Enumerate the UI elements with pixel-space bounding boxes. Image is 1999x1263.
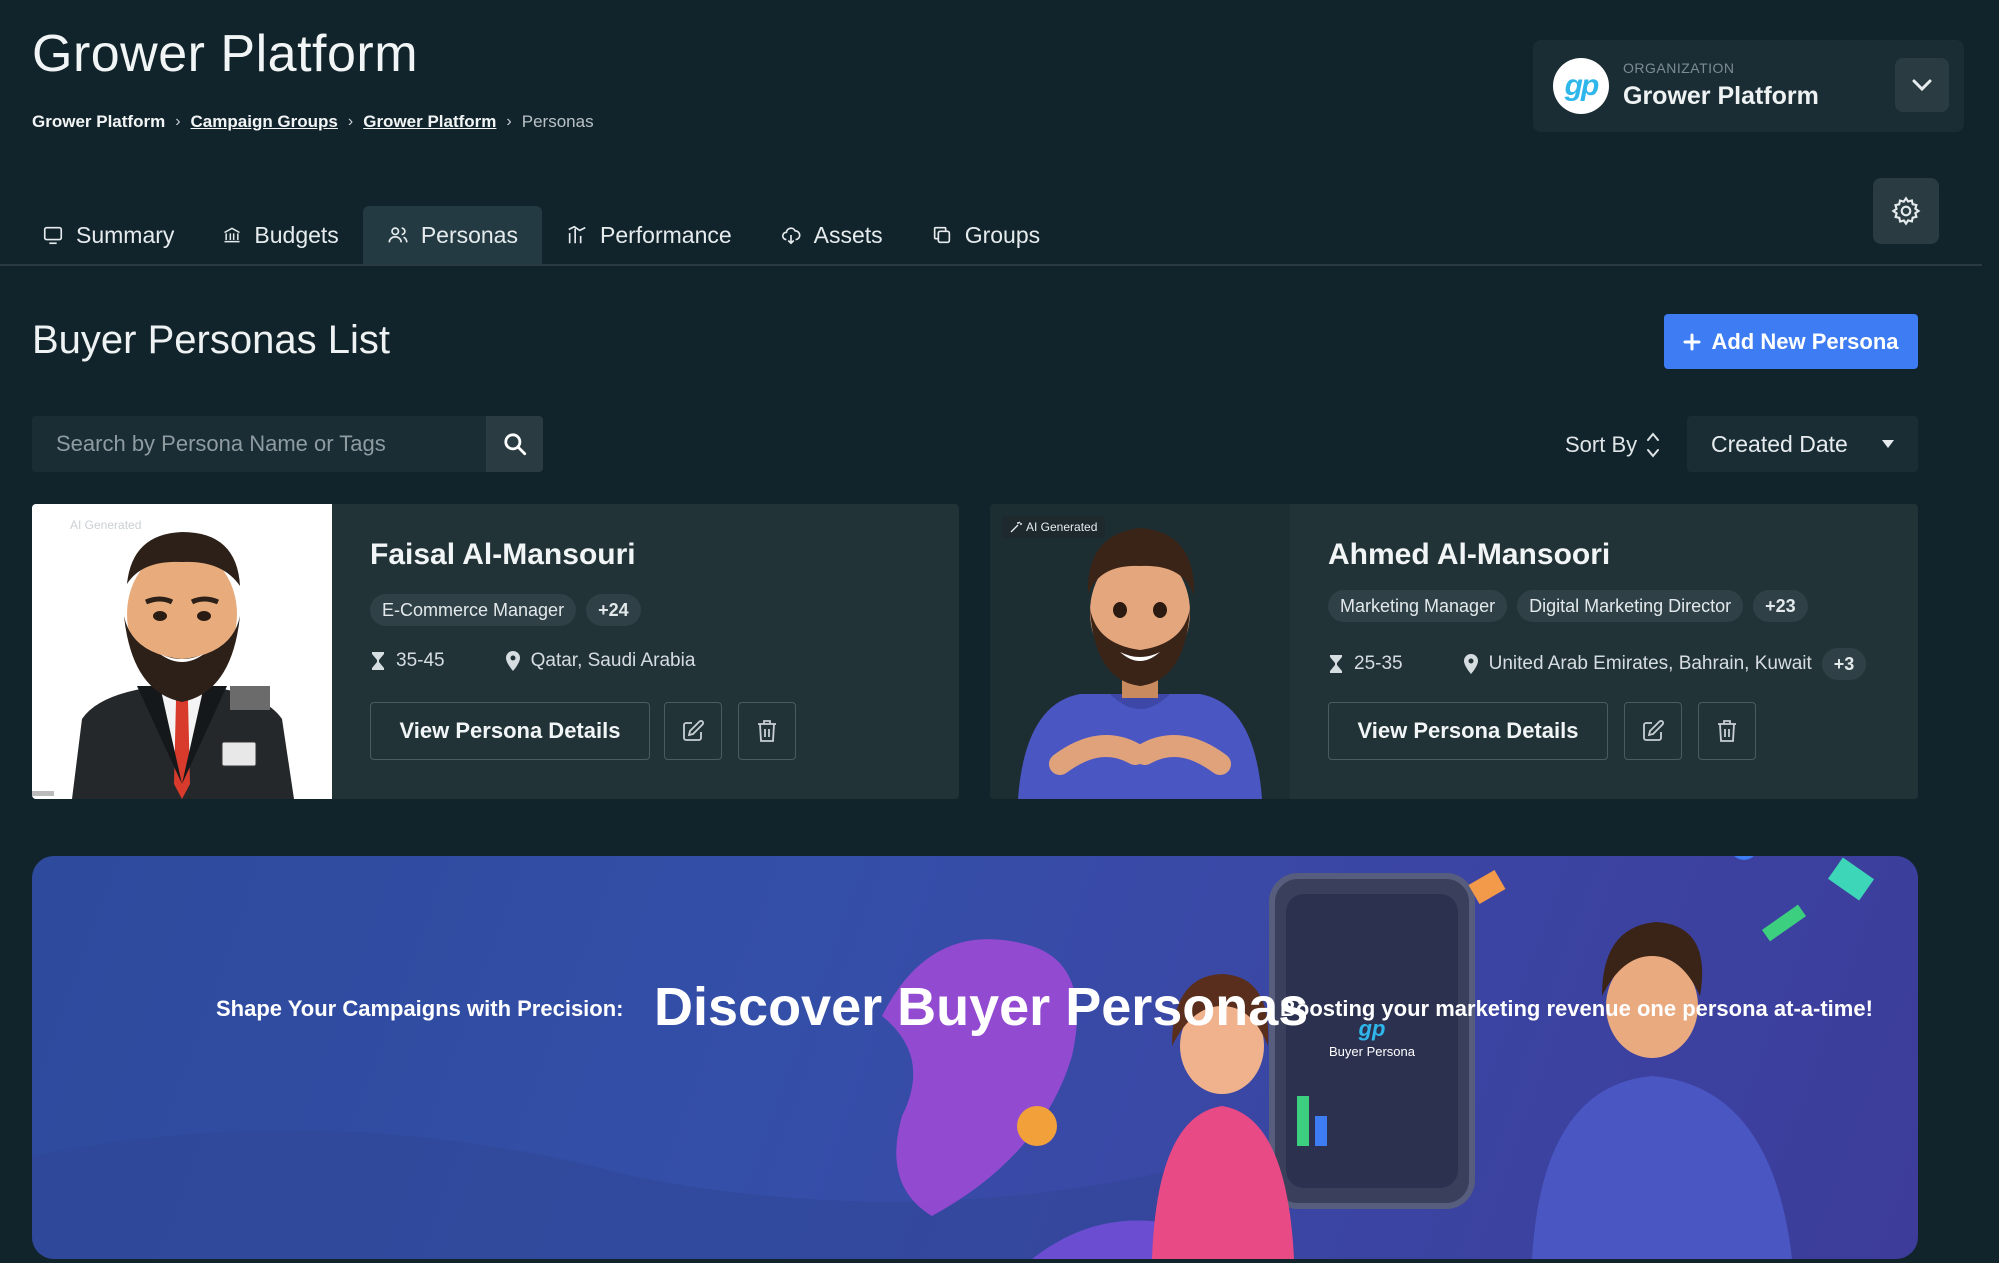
banner-tagline-right: Boosting your marketing revenue one pers… — [1280, 996, 1873, 1021]
bar-chart-icon — [568, 225, 586, 244]
promo-banner: Buyer Persona gp Shape Your Campaigns wi… — [32, 856, 1918, 1259]
tab-bar: Summary Budgets Personas Performance Ass… — [0, 206, 1982, 266]
tab-label: Personas — [420, 221, 518, 248]
hourglass-icon — [1330, 655, 1342, 673]
sort-arrows-icon — [1647, 432, 1660, 458]
persona-info: 35-45 Qatar, Saudi Arabia — [370, 650, 695, 672]
persona-card: AI Generated Ahmed Al-Mansoori Marketing… — [990, 504, 1918, 799]
tab-label: Budgets — [254, 221, 339, 248]
persona-avatar: AI Generated — [32, 504, 332, 799]
persona-location-more[interactable]: +3 — [1821, 648, 1867, 680]
cloud-icon — [781, 227, 801, 245]
persona-tag: Digital Marketing Director — [1517, 590, 1744, 622]
breadcrumb-separator: › — [175, 113, 181, 130]
persona-tag: Marketing Manager — [1328, 590, 1508, 622]
persona-name: Ahmed Al-Mansoori — [1328, 538, 1611, 571]
persona-tags: Marketing Manager Digital Marketing Dire… — [1328, 590, 1808, 622]
organization-switcher[interactable]: gp ORGANIZATION Grower Platform — [1533, 40, 1964, 132]
breadcrumb-separator: › — [506, 113, 512, 130]
ai-generated-label: AI Generated — [1026, 520, 1098, 534]
search-container — [32, 416, 486, 472]
edit-persona-button[interactable] — [1624, 702, 1682, 760]
hourglass-icon — [372, 652, 384, 670]
organization-logo: gp — [1553, 58, 1609, 114]
plus-icon — [1683, 333, 1701, 350]
location-pin-icon — [1463, 654, 1478, 674]
chevron-down-icon — [1912, 79, 1932, 91]
sort-by-label: Sort By — [1565, 432, 1638, 457]
copy-icon — [933, 226, 950, 244]
persona-illustration — [32, 532, 294, 799]
view-persona-details-button[interactable]: View Persona Details — [1328, 702, 1608, 760]
tab-summary[interactable]: Summary — [18, 206, 198, 264]
persona-card: AI Generated Faisal Al-Mansouri E-Commer… — [32, 504, 959, 799]
users-icon — [388, 227, 408, 243]
sort-by-toggle[interactable]: Sort By — [1565, 430, 1661, 460]
app-title: Grower Platform — [32, 25, 419, 83]
persona-name: Faisal Al-Mansouri — [370, 538, 636, 571]
sort-select[interactable]: Created Date — [1687, 416, 1918, 472]
organization-logo-text: gp — [1564, 69, 1600, 102]
breadcrumb: Grower Platform › Campaign Groups › Grow… — [32, 112, 594, 132]
breadcrumb-separator: › — [347, 113, 354, 130]
tab-label: Performance — [599, 221, 732, 248]
search-icon — [503, 433, 526, 456]
breadcrumb-item-grower-platform[interactable]: Grower Platform — [363, 112, 496, 132]
tab-label: Groups — [964, 221, 1041, 248]
tab-label: Summary — [76, 221, 175, 248]
search-input[interactable] — [56, 431, 476, 457]
breadcrumb-item-root[interactable]: Grower Platform — [32, 112, 165, 132]
tab-assets[interactable]: Assets — [756, 206, 907, 264]
search-button[interactable] — [486, 416, 543, 472]
persona-tag-more[interactable]: +24 — [586, 594, 641, 626]
persona-age: 35-45 — [396, 650, 445, 671]
edit-icon — [683, 720, 704, 741]
edit-persona-button[interactable] — [664, 702, 722, 760]
edit-icon — [1643, 720, 1664, 741]
tab-label: Assets — [813, 221, 883, 248]
banner-tagline-left: Shape Your Campaigns with Precision: — [216, 996, 624, 1021]
persona-tag: E-Commerce Manager — [370, 594, 577, 626]
banner-illustration: Buyer Persona gp — [32, 856, 1875, 1259]
monitor-icon — [43, 226, 63, 245]
trash-icon — [758, 720, 776, 742]
ai-generated-badge: AI Generated — [70, 518, 142, 532]
add-persona-button[interactable]: Add New Persona — [1664, 314, 1918, 369]
tab-personas[interactable]: Personas — [362, 206, 542, 264]
bank-icon — [224, 227, 241, 243]
location-pin-icon — [505, 651, 520, 671]
persona-illustration — [1018, 528, 1262, 799]
caret-down-icon — [1882, 440, 1894, 448]
persona-avatar: AI Generated — [990, 504, 1290, 799]
magic-wand-icon — [1010, 521, 1022, 533]
page-title: Buyer Personas List — [32, 318, 390, 362]
ai-generated-badge: AI Generated — [1002, 516, 1106, 538]
persona-location: United Arab Emirates, Bahrain, Kuwait — [1488, 653, 1812, 674]
tab-budgets[interactable]: Budgets — [198, 206, 362, 264]
organization-label: ORGANIZATION — [1623, 60, 1735, 76]
organization-dropdown-button[interactable] — [1895, 58, 1949, 112]
breadcrumb-item-campaign-groups[interactable]: Campaign Groups — [191, 112, 338, 132]
delete-persona-button[interactable] — [738, 702, 796, 760]
persona-tag-more[interactable]: +23 — [1753, 590, 1808, 622]
tab-groups[interactable]: Groups — [907, 206, 1064, 264]
banner-title: Discover Buyer Personas — [654, 977, 1309, 1037]
persona-age: 25-35 — [1354, 653, 1403, 674]
view-persona-details-button[interactable]: View Persona Details — [370, 702, 650, 760]
persona-location: Qatar, Saudi Arabia — [530, 650, 696, 671]
trash-icon — [1718, 720, 1736, 742]
persona-tags: E-Commerce Manager +24 — [370, 594, 641, 626]
phone-label: Buyer Persona — [1329, 1044, 1416, 1059]
add-persona-label: Add New Persona — [1711, 328, 1899, 354]
delete-persona-button[interactable] — [1698, 702, 1756, 760]
persona-info: 25-35 United Arab Emirates, Bahrain, Kuw… — [1328, 648, 1867, 680]
sort-select-value: Created Date — [1711, 430, 1848, 457]
breadcrumb-item-current: Personas — [521, 112, 594, 131]
organization-name: Grower Platform — [1623, 82, 1819, 110]
tab-performance[interactable]: Performance — [542, 206, 756, 264]
